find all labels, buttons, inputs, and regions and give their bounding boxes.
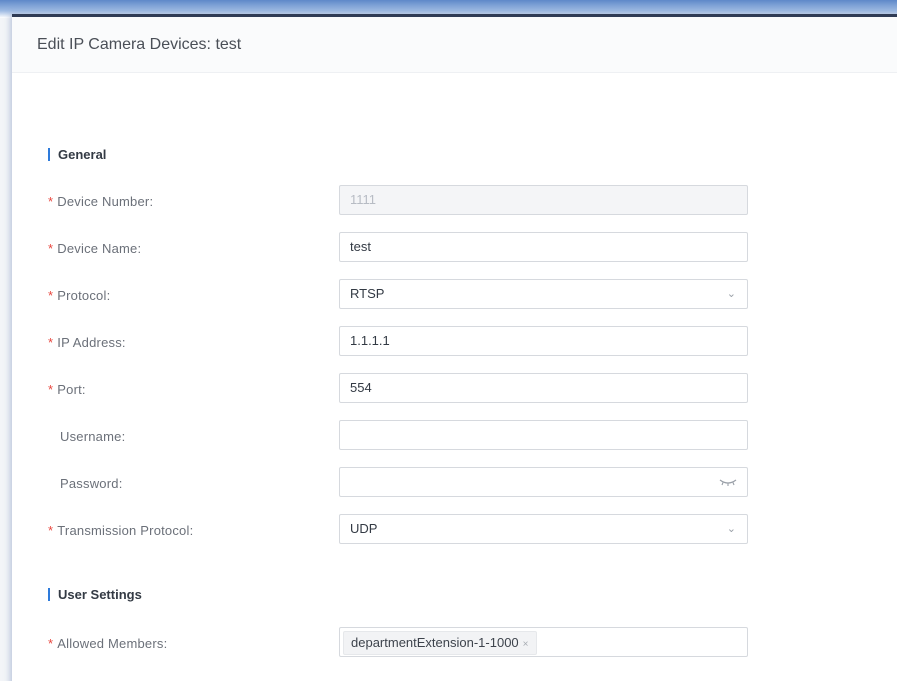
- row-allowed-members: * Allowed Members: departmentExtension-1-…: [48, 627, 748, 661]
- required-mark: *: [48, 194, 54, 209]
- port-input[interactable]: 554: [339, 373, 748, 403]
- section-title-user-settings: User Settings: [58, 587, 142, 602]
- label-password: Password:: [60, 476, 123, 491]
- row-protocol: * Protocol: RTSP ⌄: [48, 279, 748, 313]
- section-accent-bar: [48, 588, 50, 601]
- section-title-general: General: [58, 147, 107, 162]
- row-device-name: * Device Name: test: [48, 232, 748, 266]
- row-ip-address: * IP Address: 1.1.1.1: [48, 326, 748, 360]
- username-input[interactable]: [339, 420, 748, 450]
- required-mark: *: [48, 335, 54, 350]
- password-input[interactable]: [339, 467, 748, 497]
- chevron-down-icon: ⌄: [726, 523, 736, 535]
- label-device-name: * Device Name:: [48, 241, 142, 256]
- transmission-protocol-select[interactable]: UDP ⌄: [339, 514, 748, 544]
- section-general: General: [48, 147, 106, 162]
- form-content: General * Device Number: 1111 * Device Nam…: [22, 89, 897, 681]
- required-mark: *: [48, 636, 54, 651]
- label-transmission-protocol: * Transmission Protocol:: [48, 523, 194, 538]
- app-frame: Edit IP Camera Devices: test General * De…: [0, 0, 897, 681]
- device-name-input[interactable]: test: [339, 232, 748, 262]
- member-tag: departmentExtension-1-1000 ×: [343, 631, 537, 655]
- edit-dialog: Edit IP Camera Devices: test General * De…: [12, 14, 897, 681]
- label-allowed-members: * Allowed Members:: [48, 636, 168, 651]
- label-username: Username:: [60, 429, 126, 444]
- device-number-field: 1111: [339, 185, 748, 215]
- row-transmission-protocol: * Transmission Protocol: UDP ⌄: [48, 514, 748, 548]
- section-accent-bar: [48, 148, 50, 161]
- label-protocol: * Protocol:: [48, 288, 111, 303]
- row-port: * Port: 554: [48, 373, 748, 407]
- eye-closed-icon[interactable]: [719, 477, 737, 487]
- protocol-select[interactable]: RTSP ⌄: [339, 279, 748, 309]
- chevron-down-icon: ⌄: [726, 288, 736, 300]
- ip-address-input[interactable]: 1.1.1.1: [339, 326, 748, 356]
- required-mark: *: [48, 523, 54, 538]
- row-username: Username:: [48, 420, 748, 454]
- member-tag-label: departmentExtension-1-1000: [351, 635, 519, 650]
- required-mark: *: [48, 382, 54, 397]
- section-user-settings: User Settings: [48, 587, 142, 602]
- label-device-number: * Device Number:: [48, 194, 154, 209]
- row-device-number: * Device Number: 1111: [48, 185, 748, 219]
- label-port: * Port:: [48, 382, 86, 397]
- row-password: Password:: [48, 467, 748, 501]
- close-icon[interactable]: ×: [523, 639, 529, 650]
- page-title: Edit IP Camera Devices: test: [37, 35, 242, 53]
- label-ip-address: * IP Address:: [48, 335, 126, 350]
- required-mark: *: [48, 241, 54, 256]
- required-mark: *: [48, 288, 54, 303]
- dialog-header: Edit IP Camera Devices: test: [12, 17, 897, 73]
- allowed-members-select[interactable]: departmentExtension-1-1000 ×: [339, 627, 748, 657]
